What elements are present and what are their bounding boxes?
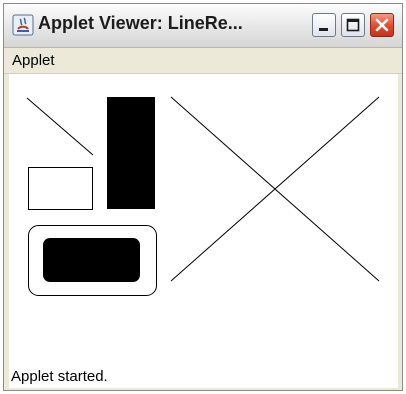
drawing-surface — [26, 96, 380, 296]
applet-viewer-window: Applet Viewer: LineRe... Applet Applet s… — [3, 3, 403, 391]
applet-canvas[interactable] — [9, 74, 398, 364]
title-bar[interactable]: Applet Viewer: LineRe... — [4, 4, 402, 48]
menu-applet[interactable]: Applet — [12, 52, 55, 69]
diagonal-line — [26, 97, 94, 156]
java-applet-icon[interactable] — [12, 14, 34, 36]
close-icon — [375, 18, 389, 32]
minimize-icon — [319, 28, 328, 31]
filled-rectangle — [107, 97, 155, 209]
maximize-button[interactable] — [341, 13, 365, 37]
minimize-button[interactable] — [312, 13, 336, 37]
status-bar: Applet started. — [9, 364, 398, 388]
filled-rounded-rectangle — [43, 238, 140, 282]
status-text: Applet started. — [11, 368, 108, 385]
menu-bar: Applet — [4, 48, 402, 74]
window-title: Applet Viewer: LineRe... — [38, 13, 243, 33]
close-button[interactable] — [370, 13, 394, 37]
maximize-icon — [346, 18, 360, 32]
outline-rectangle — [28, 167, 93, 210]
